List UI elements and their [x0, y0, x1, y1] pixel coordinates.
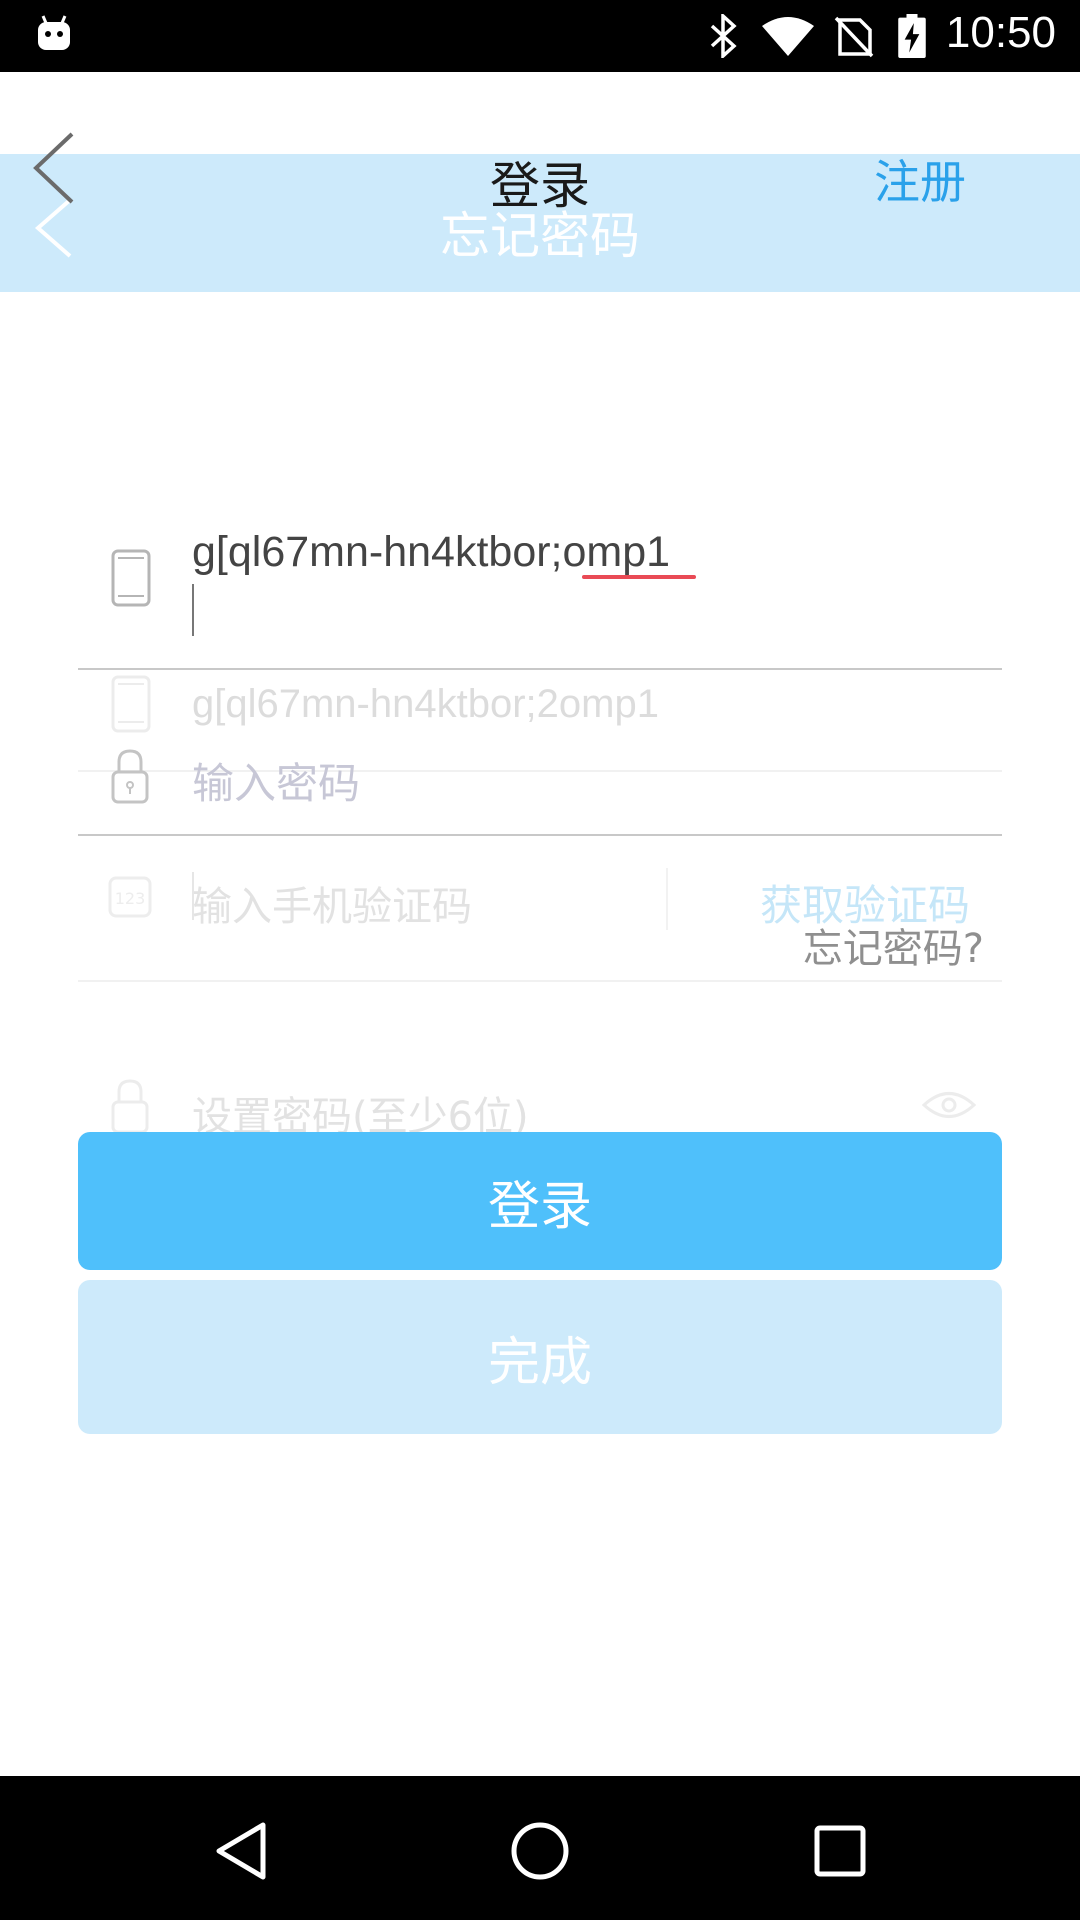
- vertical-divider: [666, 868, 668, 930]
- svg-text:123: 123: [115, 889, 146, 908]
- phone-icon: [111, 675, 151, 733]
- no-sim-icon: [834, 16, 874, 58]
- verification-code-icon: 123: [108, 876, 152, 918]
- navigation-bar: [0, 1776, 1080, 1920]
- nav-home-button[interactable]: [495, 1806, 585, 1896]
- forgot-phone-input[interactable]: g[ql67mn-hn4ktbor;2omp1: [192, 682, 659, 727]
- verification-code-input[interactable]: 输入手机验证码: [192, 874, 472, 932]
- status-bar: 10:50: [0, 0, 1080, 72]
- wifi-icon: [762, 17, 814, 56]
- nav-back-button[interactable]: [196, 1806, 286, 1896]
- register-link[interactable]: 注册: [874, 146, 966, 212]
- lock-icon: [111, 749, 149, 804]
- back-icon: [216, 1822, 266, 1880]
- phone-icon: [111, 549, 151, 607]
- recents-icon: [814, 1825, 866, 1877]
- spellcheck-underline: [582, 575, 696, 579]
- forgot-password-link[interactable]: 忘记密码?: [803, 916, 984, 974]
- password-input[interactable]: 输入密码: [192, 750, 360, 811]
- eye-icon[interactable]: [922, 1088, 976, 1122]
- phone-input[interactable]: g[ql67mn-hn4ktbor;omp1: [192, 528, 670, 577]
- done-button[interactable]: 完成: [78, 1280, 1002, 1434]
- status-time: 10:50: [945, 8, 1056, 57]
- login-button[interactable]: 登录: [78, 1132, 1002, 1270]
- home-icon: [511, 1822, 569, 1880]
- divider: [78, 668, 1002, 670]
- lock-icon: [111, 1079, 149, 1134]
- battery-charging-icon: [898, 14, 926, 58]
- bluetooth-icon: [710, 14, 737, 58]
- android-notification-icon: [38, 15, 70, 50]
- nav-recents-button[interactable]: [795, 1806, 885, 1896]
- divider: [78, 980, 1002, 982]
- text-cursor: [192, 584, 194, 636]
- divider: [78, 834, 1002, 836]
